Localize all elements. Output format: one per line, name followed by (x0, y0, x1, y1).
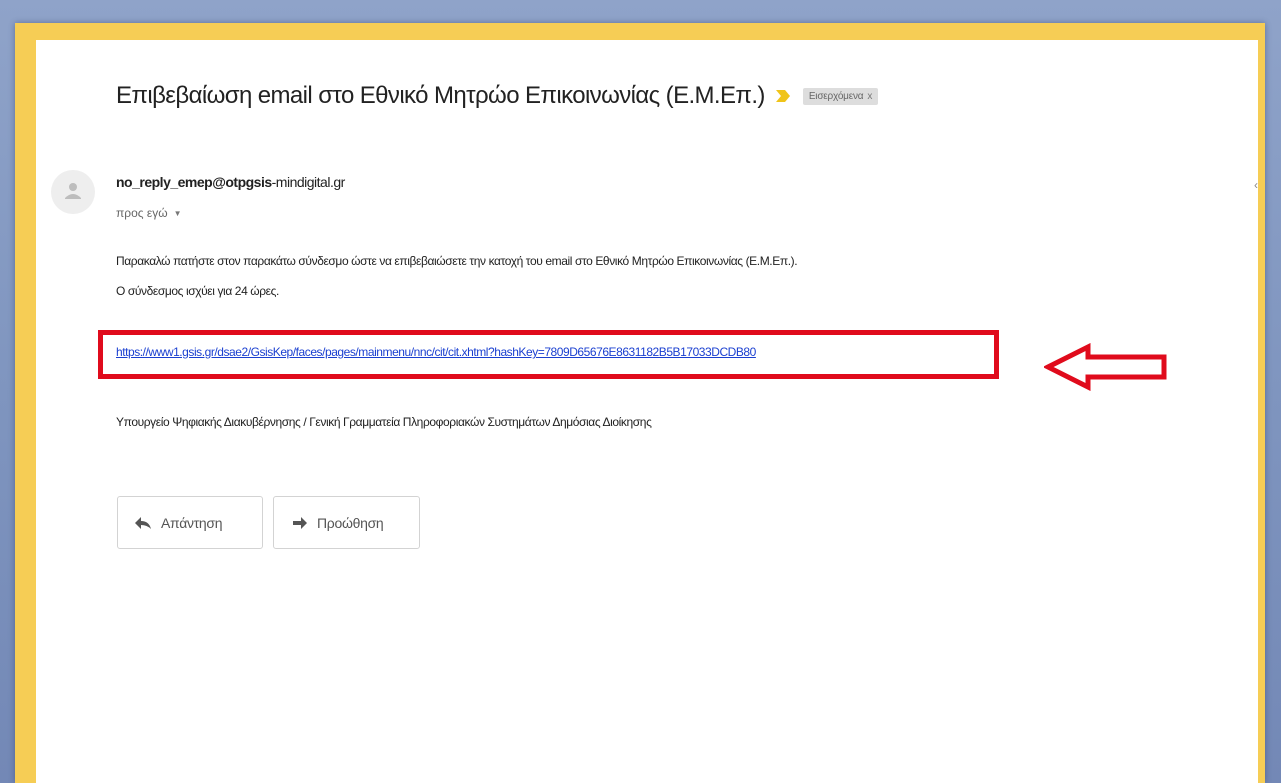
forward-button[interactable]: Προώθηση (273, 496, 420, 549)
person-icon (65, 183, 81, 199)
sender-user: no_reply_emep@otpgsis (116, 174, 272, 190)
recipient-label: προς εγώ (116, 206, 168, 220)
forward-label: Προώθηση (317, 514, 384, 531)
label-chip-inbox[interactable]: Εισερχόμενα x (802, 87, 879, 105)
sender-domain: -mindigital.gr (271, 174, 346, 190)
label-remove-button[interactable]: x (867, 91, 872, 102)
reply-button[interactable]: Απάντηση (117, 496, 263, 549)
label-chip-text: Εισερχόμενα (808, 90, 864, 102)
right-edge-glyph: ‹ (1254, 178, 1258, 192)
verification-link[interactable]: https://www1.gsis.gr/dsae2/GsisKep/faces… (116, 345, 756, 359)
body-line-2: Ο σύνδεσμος ισχύει για 24 ώρες. (116, 284, 279, 298)
sender-address: no_reply_emep@otpgsis-mindigital.gr (116, 174, 345, 190)
body-line-1: Παρακαλώ πατήστε στον παρακάτω σύνδεσμο … (116, 254, 798, 268)
left-arrow-icon (1044, 343, 1167, 391)
subject-row: Επιβεβαίωση email στο Εθνικό Μητρώο Επικ… (116, 82, 879, 110)
signature: Υπουργείο Ψηφιακής Διακυβέρνησης / Γενικ… (116, 415, 652, 429)
avatar (51, 170, 95, 214)
reply-label: Απάντηση (161, 514, 223, 531)
email-view: Επιβεβαίωση email στο Εθνικό Μητρώο Επικ… (36, 40, 1258, 783)
importance-marker-icon[interactable] (775, 88, 791, 104)
forward-icon (293, 516, 307, 529)
chevron-down-icon[interactable]: ▼ (174, 209, 182, 218)
email-subject: Επιβεβαίωση email στο Εθνικό Μητρώο Επικ… (116, 82, 765, 109)
recipient-row[interactable]: προς εγώ ▼ (116, 206, 182, 220)
reply-icon (135, 516, 151, 529)
